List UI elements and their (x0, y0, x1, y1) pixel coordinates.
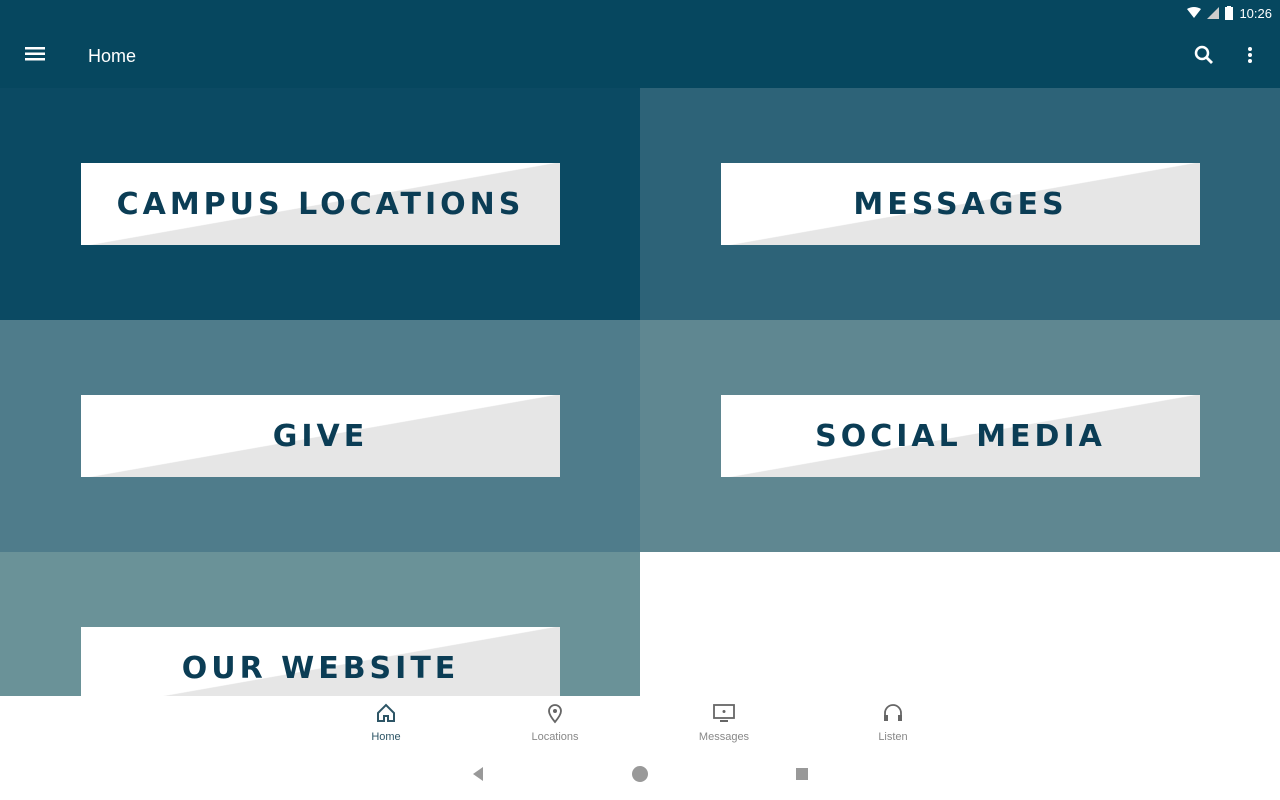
nav-item-locations[interactable]: Locations (505, 702, 605, 750)
system-back-button[interactable] (468, 766, 488, 786)
wifi-icon (1187, 7, 1202, 19)
system-navigation-bar (0, 752, 1280, 800)
more-vert-icon (1247, 46, 1253, 69)
location-pin-icon (544, 702, 566, 729)
nav-item-listen[interactable]: Listen (843, 702, 943, 750)
nav-label: Home (371, 731, 401, 743)
system-recents-button[interactable] (792, 766, 812, 786)
search-icon (1194, 45, 1214, 70)
tile-messages[interactable]: MESSAGES (640, 88, 1280, 320)
bottom-navigation: Home Locations Messages Listen (0, 696, 1280, 752)
tile-our-website[interactable]: OUR WEBSITE (0, 552, 640, 696)
tile-social-media[interactable]: SOCIAL MEDIA (640, 320, 1280, 552)
status-bar: 10:26 (1187, 4, 1272, 22)
page-title: Home (88, 46, 137, 66)
search-button[interactable] (1190, 44, 1218, 70)
cell-signal-icon (1207, 7, 1220, 19)
app-bar: 10:26 Home (0, 0, 1280, 88)
tile-give[interactable]: GIVE (0, 320, 640, 552)
home-circle-icon (631, 765, 649, 788)
battery-icon (1225, 6, 1234, 20)
nav-item-home[interactable]: Home (336, 702, 436, 750)
tv-icon (712, 702, 736, 729)
home-tile-grid: CAMPUS LOCATIONS MESSAGES GIVE SOCIAL ME… (0, 88, 1280, 696)
tile-label: MESSAGES (853, 186, 1068, 222)
headphones-icon (882, 702, 904, 729)
recents-icon (795, 767, 809, 786)
system-home-button[interactable] (630, 765, 650, 788)
nav-label: Listen (878, 731, 908, 743)
tile-label: SOCIAL MEDIA (815, 418, 1106, 454)
hamburger-menu-icon (25, 46, 45, 67)
tile-label-box: GIVE (81, 395, 560, 477)
tile-label-box: MESSAGES (721, 163, 1200, 245)
more-options-button[interactable] (1238, 44, 1262, 70)
tile-label: CAMPUS LOCATIONS (116, 186, 525, 222)
tile-label-box: CAMPUS LOCATIONS (81, 163, 560, 245)
hamburger-menu-button[interactable] (20, 44, 50, 68)
tile-campus-locations[interactable]: CAMPUS LOCATIONS (0, 88, 640, 320)
nav-label: Messages (698, 731, 750, 743)
back-icon (472, 766, 484, 786)
status-time: 10:26 (1239, 5, 1272, 21)
nav-item-messages[interactable]: Messages (674, 702, 774, 750)
tile-label-box: SOCIAL MEDIA (721, 395, 1200, 477)
home-icon (375, 702, 397, 729)
tile-label: OUR WEBSITE (181, 650, 460, 686)
tile-label-box: OUR WEBSITE (81, 627, 560, 696)
tile-label: GIVE (272, 418, 369, 454)
nav-label: Locations (531, 731, 579, 743)
